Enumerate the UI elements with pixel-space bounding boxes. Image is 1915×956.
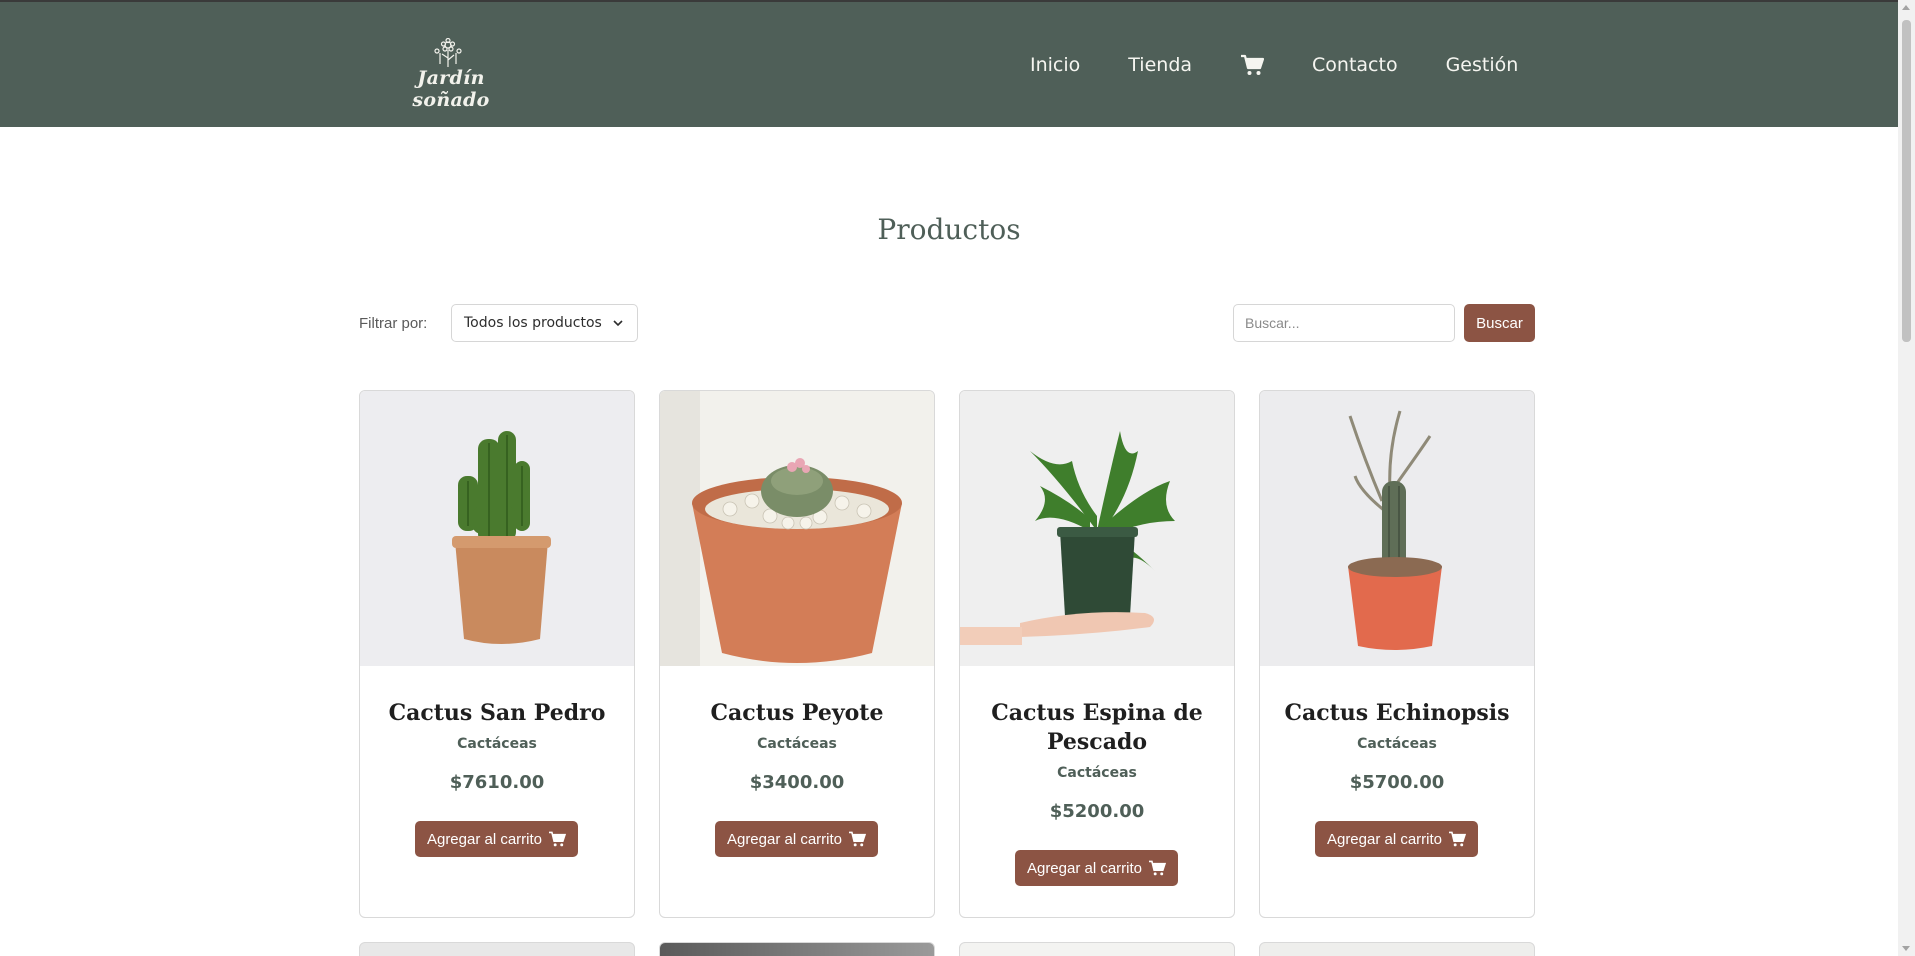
product-image[interactable] <box>1260 391 1534 666</box>
scrollbar-thumb[interactable] <box>1902 20 1911 342</box>
cart-icon <box>1241 54 1265 75</box>
product-card-partial[interactable] <box>359 942 635 956</box>
add-to-cart-button[interactable]: Agregar al carrito <box>715 821 878 857</box>
nav-gestion[interactable]: Gestión <box>1446 54 1519 76</box>
product-name[interactable]: Cactus Espina de Pescado <box>972 699 1222 757</box>
product-price: $7610.00 <box>449 772 545 793</box>
add-to-cart-label: Agregar al carrito <box>426 830 543 848</box>
product-card-partial[interactable] <box>959 942 1235 956</box>
product-category: Cactáceas <box>1057 765 1137 781</box>
main-nav: Inicio Tienda Contacto Gestión <box>1030 2 1566 127</box>
page-scrollbar[interactable] <box>1898 0 1915 956</box>
product-image[interactable] <box>960 391 1234 666</box>
product-card: Cactus Peyote Cactáceas $3400.00 Agregar… <box>659 390 935 918</box>
chevron-down-icon <box>613 320 623 327</box>
product-card: Cactus Espina de Pescado Cactáceas $5200… <box>959 390 1235 918</box>
product-name[interactable]: Cactus Peyote <box>672 699 922 728</box>
product-category: Cactáceas <box>757 736 837 752</box>
product-name[interactable]: Cactus San Pedro <box>372 699 622 728</box>
product-card-partial[interactable] <box>1259 942 1535 956</box>
search-button[interactable]: Buscar <box>1464 304 1535 342</box>
product-category: Cactáceas <box>457 736 537 752</box>
filter-selected-value: Todos los productos <box>464 315 602 331</box>
scroll-up-arrow-icon[interactable] <box>1902 5 1910 10</box>
add-to-cart-label: Agregar al carrito <box>726 830 843 848</box>
nav-cart-link[interactable] <box>1240 54 1265 76</box>
product-image[interactable] <box>660 391 934 666</box>
product-card: Cactus San Pedro Cactáceas $7610.00 Agre… <box>359 390 635 918</box>
add-to-cart-label: Agregar al carrito <box>1326 830 1443 848</box>
add-to-cart-button[interactable]: Agregar al carrito <box>1315 821 1478 857</box>
category-filter-select[interactable]: Todos los productos <box>451 304 638 342</box>
brand-name: Jardín soñado <box>412 67 490 111</box>
scroll-down-arrow-icon[interactable] <box>1902 946 1910 951</box>
site-header: Jardín soñado Inicio Tienda Contacto Ges… <box>0 2 1898 127</box>
product-category: Cactáceas <box>1357 736 1437 752</box>
product-card-partial[interactable] <box>659 942 935 956</box>
flower-logo-icon <box>434 38 462 67</box>
cart-icon <box>849 831 867 847</box>
add-to-cart-button[interactable]: Agregar al carrito <box>1015 850 1178 886</box>
brand-logo[interactable]: Jardín soñado <box>376 38 526 111</box>
product-price: $3400.00 <box>749 772 845 793</box>
cart-icon <box>1449 831 1467 847</box>
product-price: $5700.00 <box>1349 772 1445 793</box>
product-name[interactable]: Cactus Echinopsis <box>1272 699 1522 728</box>
nav-contacto[interactable]: Contacto <box>1312 54 1398 76</box>
cart-icon <box>1149 860 1167 876</box>
cart-icon <box>549 831 567 847</box>
nav-inicio[interactable]: Inicio <box>1030 54 1080 76</box>
add-to-cart-label: Agregar al carrito <box>1026 859 1143 877</box>
nav-tienda[interactable]: Tienda <box>1128 54 1192 76</box>
page-title: Productos <box>877 213 1021 246</box>
add-to-cart-button[interactable]: Agregar al carrito <box>415 821 578 857</box>
search-input[interactable] <box>1233 304 1455 342</box>
filter-label: Filtrar por: <box>359 315 428 332</box>
product-price: $5200.00 <box>1049 801 1145 822</box>
product-card: Cactus Echinopsis Cactáceas $5700.00 Agr… <box>1259 390 1535 918</box>
product-image[interactable] <box>360 391 634 666</box>
